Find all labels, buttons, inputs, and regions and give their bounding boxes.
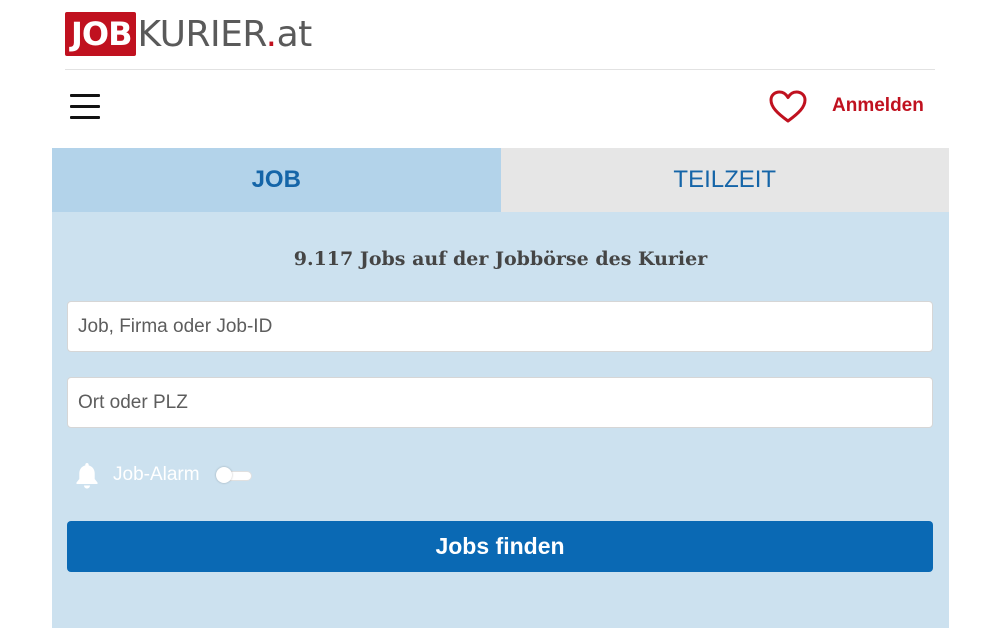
logo-tld: at bbox=[276, 13, 313, 55]
menu-bar bbox=[70, 94, 100, 97]
jobs-count-headline: 9.117 Jobs auf der Jobbörse des Kurier bbox=[293, 248, 708, 270]
job-alarm-label: Job-Alarm bbox=[113, 464, 200, 485]
job-search-input[interactable] bbox=[67, 301, 933, 352]
logo-wordmark: KURIER.at bbox=[137, 13, 313, 55]
job-alarm-row: Job-Alarm bbox=[74, 460, 252, 490]
heart-icon[interactable] bbox=[769, 90, 807, 124]
site-logo[interactable]: JOB KURIER.at bbox=[65, 12, 312, 56]
tab-teilzeit[interactable]: TEILZEIT bbox=[500, 148, 949, 212]
menu-bar bbox=[70, 105, 100, 108]
logo-dot: . bbox=[265, 13, 277, 55]
menu-bar bbox=[70, 116, 100, 119]
search-tabs: JOB TEILZEIT bbox=[52, 148, 949, 212]
location-input[interactable] bbox=[67, 377, 933, 428]
job-alarm-toggle[interactable] bbox=[215, 467, 252, 483]
toggle-knob bbox=[215, 467, 232, 483]
tab-job[interactable]: JOB bbox=[52, 148, 501, 212]
bell-icon bbox=[76, 463, 98, 489]
logo-name: KURIER bbox=[137, 13, 267, 55]
search-panel: 9.117 Jobs auf der Jobbörse des Kurier J… bbox=[52, 212, 949, 628]
header-divider bbox=[65, 69, 935, 70]
find-jobs-button[interactable]: Jobs finden bbox=[67, 521, 933, 572]
hamburger-menu-icon[interactable] bbox=[70, 94, 100, 120]
login-link[interactable]: Anmelden bbox=[832, 95, 924, 117]
logo-job-box: JOB bbox=[65, 12, 136, 56]
